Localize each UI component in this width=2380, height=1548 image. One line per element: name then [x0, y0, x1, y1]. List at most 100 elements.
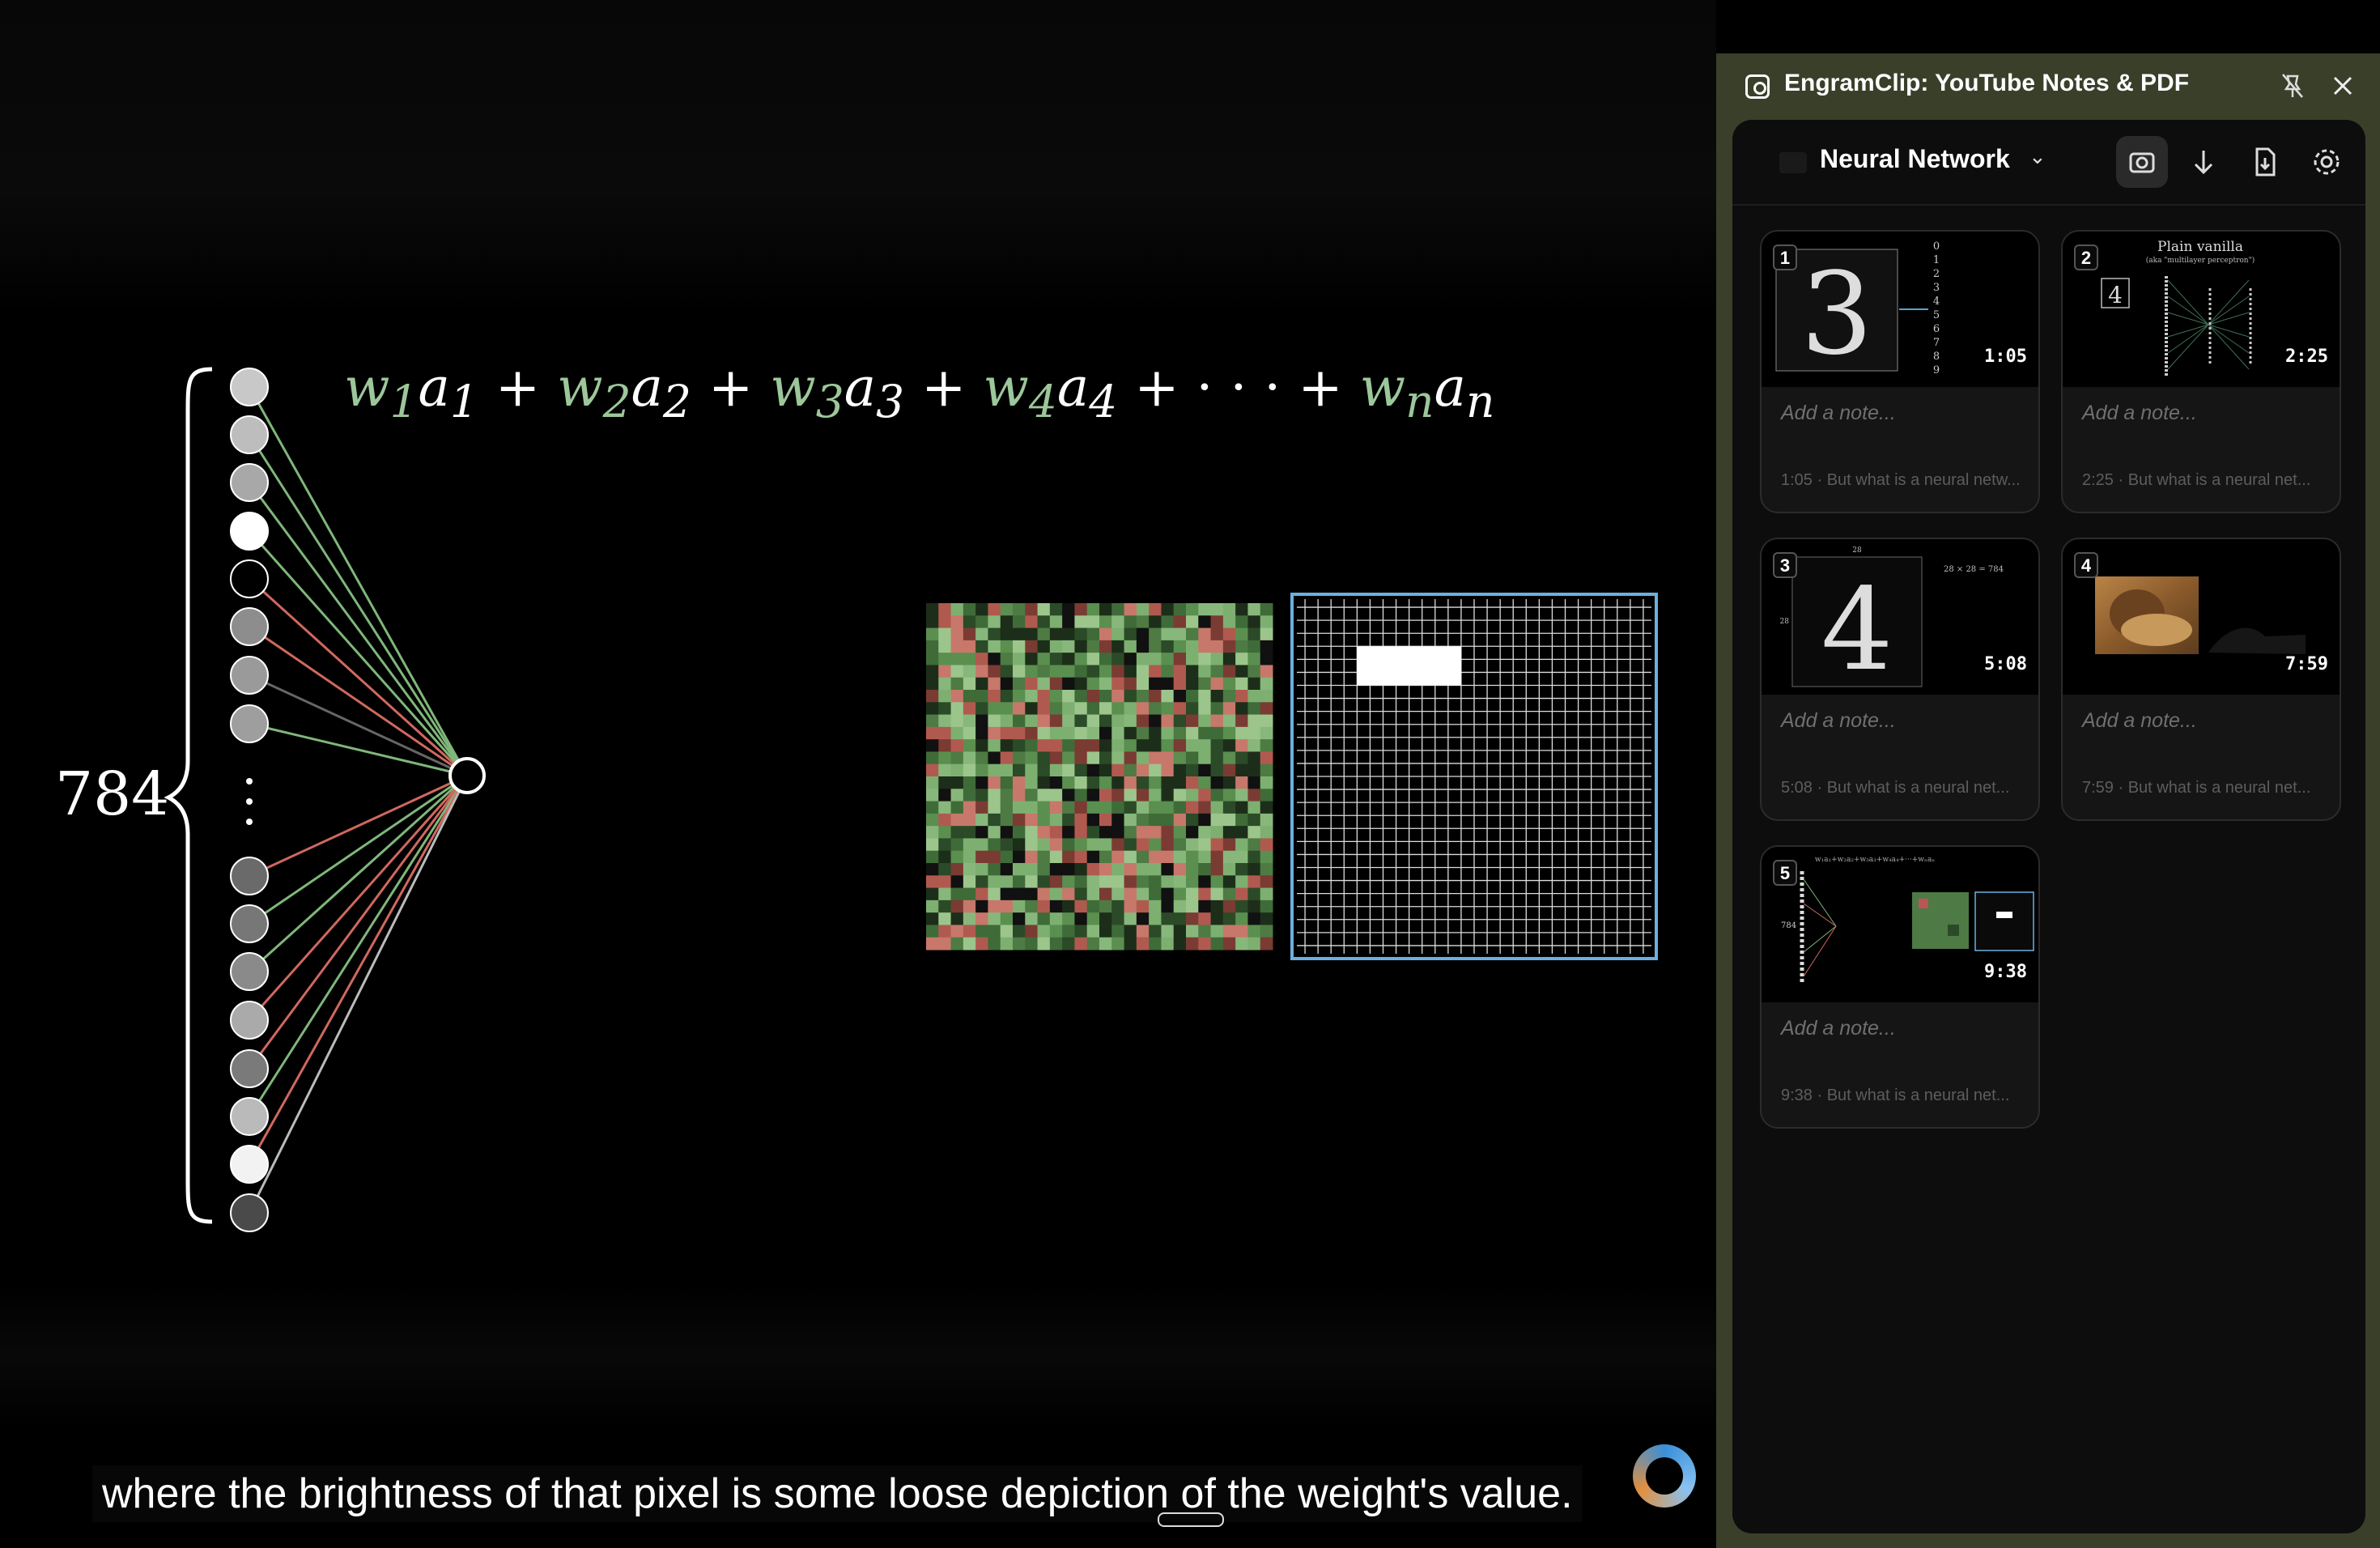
project-selector[interactable]: Neural Network — [1820, 144, 2010, 174]
clip-timestamp[interactable]: 2:25 — [2285, 347, 2328, 367]
clip-thumbnail[interactable]: 3 0123456789 1 1:05 — [1762, 232, 2038, 387]
weight-cell — [1173, 863, 1187, 876]
clip-card[interactable]: Plain vanilla (aka "multilayer perceptro… — [2061, 230, 2341, 513]
clip-thumbnail[interactable]: w₁a₁+w₂a₂+w₃a₃+w₄a₄+···+wₙaₙ 784 5 9:38 — [1762, 847, 2038, 1002]
clip-card[interactable]: 28 28 4 28 × 28 = 784 3 5:08 Add a note.… — [1760, 538, 2040, 821]
weight-cell — [988, 739, 1001, 752]
weight-cell — [1136, 801, 1150, 814]
weight-cell — [1235, 640, 1248, 653]
note-input[interactable]: Add a note... — [2082, 709, 2197, 733]
weight-cell — [1124, 776, 1137, 789]
clip-thumbnail[interactable]: 28 28 4 28 × 28 = 784 3 5:08 — [1762, 539, 2038, 695]
clip-timestamp[interactable]: 1:05 — [1984, 347, 2027, 367]
weight-cell — [1210, 627, 1224, 641]
weight-cell — [1074, 899, 1088, 913]
weight-cell — [1186, 801, 1199, 814]
weight-cell — [1260, 702, 1273, 716]
weight-cell — [1149, 690, 1162, 703]
weight-cell — [1173, 751, 1187, 765]
weight-cell — [1013, 875, 1026, 889]
weight-cell — [950, 937, 964, 950]
weight-cell — [1247, 615, 1261, 629]
download-button[interactable] — [2178, 136, 2229, 188]
weight-cell — [1161, 763, 1175, 777]
note-input[interactable]: Add a note... — [1781, 402, 1896, 425]
weight-cell — [926, 702, 939, 716]
weight-cell — [1161, 751, 1175, 765]
weight-cell — [1198, 763, 1212, 777]
weight-cell — [1186, 838, 1199, 852]
weight-cell — [1000, 751, 1014, 765]
weight-cell — [1074, 937, 1088, 950]
weight-cell — [988, 887, 1001, 901]
video-player[interactable]: w1a1 + w2a2 + w3a3 + w4a4 + · · · + wnan… — [0, 0, 1716, 1548]
weight-cell — [938, 887, 952, 901]
weight-cell — [1086, 899, 1100, 913]
weight-cell — [1222, 763, 1236, 777]
clip-thumbnail[interactable]: 4 7:59 — [2063, 539, 2340, 695]
clip-card[interactable]: w₁a₁+w₂a₂+w₃a₃+w₄a₄+···+wₙaₙ 784 5 9:38 … — [1760, 845, 2040, 1129]
weight-cell — [1025, 863, 1039, 876]
settings-button[interactable] — [2301, 136, 2352, 188]
note-input[interactable]: Add a note... — [1781, 1017, 1896, 1040]
svg-text:6: 6 — [1933, 323, 1940, 335]
weight-cell — [988, 937, 1001, 950]
weight-cell — [1025, 677, 1039, 691]
note-input[interactable]: Add a note... — [2082, 402, 2197, 425]
weight-cell — [1124, 677, 1137, 691]
weight-cell — [938, 653, 952, 666]
weight-cell — [1149, 826, 1162, 839]
weight-cell — [1111, 937, 1125, 950]
neural-network-diagram — [164, 367, 1658, 1232]
weight-cell — [1149, 665, 1162, 678]
weight-cell — [1086, 937, 1100, 950]
weight-cell — [963, 615, 976, 629]
weight-cell — [1136, 615, 1150, 629]
weight-cell — [1186, 665, 1199, 678]
clip-thumbnail[interactable]: Plain vanilla (aka "multilayer perceptro… — [2063, 232, 2340, 387]
clip-timestamp[interactable]: 7:59 — [2285, 654, 2328, 674]
weight-cell — [1086, 912, 1100, 925]
weight-cell — [1198, 751, 1212, 765]
weight-cell — [1025, 690, 1039, 703]
weight-cell — [1025, 665, 1039, 678]
scrub-handle[interactable] — [1158, 1512, 1224, 1527]
weight-cell — [1136, 702, 1150, 716]
clip-timestamp[interactable]: 5:08 — [1984, 654, 2027, 674]
note-input[interactable]: Add a note... — [1781, 709, 1896, 733]
panel-content: Neural Network ⌄ 3 0123456 7 8 9 1 1:05 … — [1732, 120, 2365, 1533]
weight-cell — [1186, 690, 1199, 703]
weight-cell — [1013, 665, 1026, 678]
weight-line — [249, 625, 468, 777]
weight-cell — [1247, 690, 1261, 703]
export-pdf-button[interactable] — [2239, 136, 2291, 188]
weight-cell — [1186, 627, 1199, 641]
weight-cell — [1049, 801, 1063, 814]
weight-cell — [1049, 603, 1063, 616]
unpin-icon[interactable] — [2276, 70, 2309, 102]
weight-cell — [1074, 640, 1088, 653]
weight-cell — [1086, 887, 1100, 901]
screenshot-button[interactable] — [2116, 136, 2168, 188]
weight-cell — [1025, 850, 1039, 864]
clip-card[interactable]: 3 0123456789 1 1:05 Add a note... 1:05 ·… — [1760, 230, 2040, 513]
weight-cell — [1136, 640, 1150, 653]
weight-cell — [1013, 826, 1026, 839]
clip-timestamp[interactable]: 9:38 — [1984, 962, 2027, 982]
close-icon[interactable] — [2327, 70, 2359, 102]
weight-cell — [1037, 739, 1051, 752]
weight-cell — [1025, 801, 1039, 814]
weight-cell — [1099, 887, 1112, 901]
weight-cell — [988, 838, 1001, 852]
weight-cell — [1161, 887, 1175, 901]
weight-cell — [950, 776, 964, 789]
weight-cell — [1222, 677, 1236, 691]
weight-cell — [938, 690, 952, 703]
chevron-down-icon[interactable]: ⌄ — [2029, 144, 2046, 169]
weight-cell — [1173, 813, 1187, 827]
clip-card[interactable]: 4 7:59 Add a note... 7:59 · But what is … — [2061, 538, 2341, 821]
input-neuron — [230, 607, 269, 646]
weight-cell — [1111, 887, 1125, 901]
weight-cell — [1099, 912, 1112, 925]
weight-cell — [975, 838, 988, 852]
